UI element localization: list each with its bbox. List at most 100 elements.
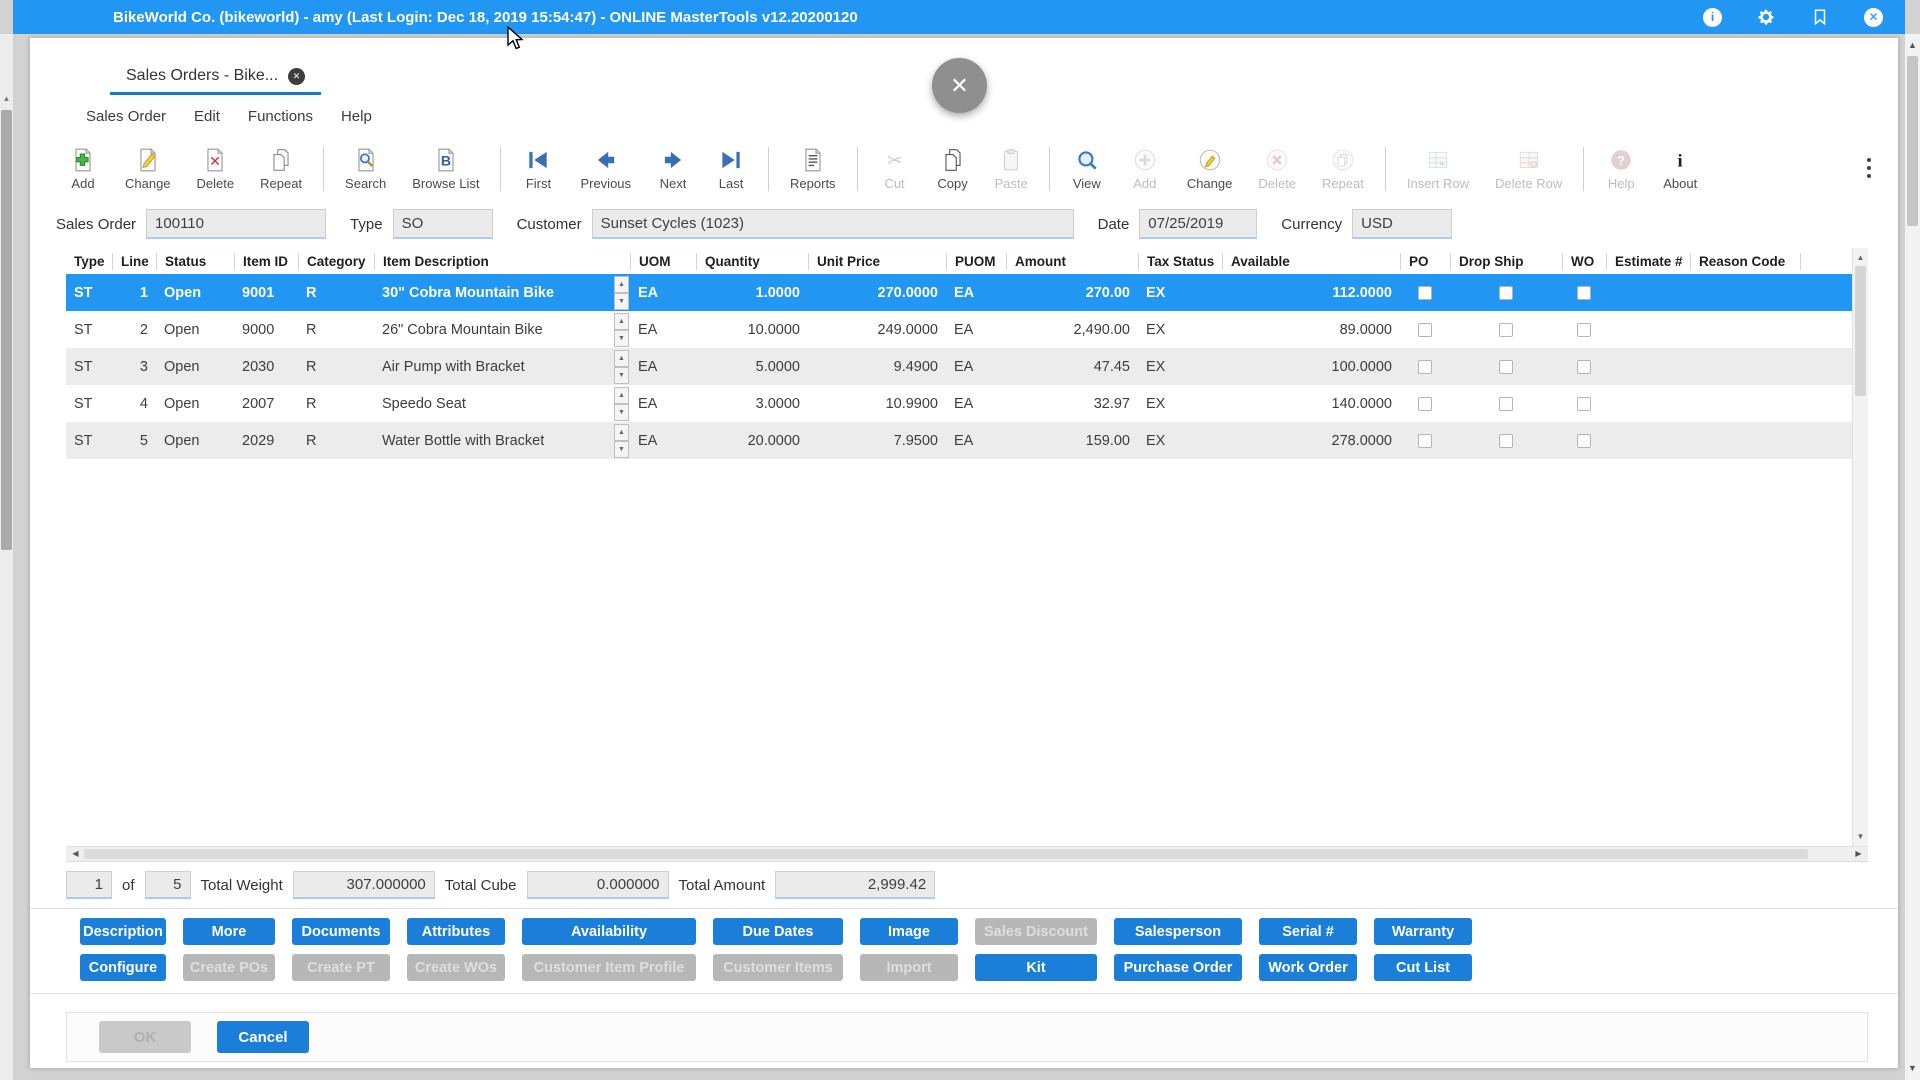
- wo-checkbox[interactable]: [1577, 360, 1591, 374]
- configure-button[interactable]: Configure: [80, 954, 166, 981]
- column-header-quantity[interactable]: Quantity: [696, 253, 808, 270]
- po-checkbox[interactable]: [1418, 434, 1432, 448]
- more-button[interactable]: More: [183, 918, 275, 945]
- column-header-po[interactable]: PO: [1400, 253, 1450, 270]
- table-row[interactable]: ST4Open2007RSpeedo Seat▲▼EA3.000010.9900…: [66, 385, 1852, 422]
- drop-ship-checkbox[interactable]: [1499, 397, 1513, 411]
- availability-button[interactable]: Availability: [522, 918, 696, 945]
- wo-checkbox[interactable]: [1577, 434, 1591, 448]
- column-header-amount[interactable]: Amount: [1006, 253, 1138, 270]
- image-button[interactable]: Image: [860, 918, 958, 945]
- po-checkbox[interactable]: [1418, 286, 1432, 300]
- toolbar-delete-button[interactable]: ✕Delete: [184, 146, 248, 191]
- toolbar-copy-button[interactable]: Copy: [924, 146, 982, 191]
- scroll-up-icon[interactable]: ▲: [0, 92, 13, 106]
- salesperson-button[interactable]: Salesperson: [1114, 918, 1242, 945]
- warranty-button[interactable]: Warranty: [1374, 918, 1472, 945]
- po-checkbox[interactable]: [1418, 397, 1432, 411]
- kit-button[interactable]: Kit: [975, 954, 1097, 981]
- scroll-down-icon[interactable]: ▼: [1905, 1061, 1920, 1076]
- spinner-up-icon[interactable]: ▲: [614, 387, 629, 404]
- scrollbar-thumb[interactable]: [1, 110, 12, 550]
- sales-order-input[interactable]: 100110: [146, 209, 326, 239]
- scroll-up-icon[interactable]: ▲: [1853, 250, 1868, 265]
- drop-ship-checkbox[interactable]: [1499, 323, 1513, 337]
- attributes-button[interactable]: Attributes: [407, 918, 505, 945]
- column-header-uom[interactable]: UOM: [630, 253, 696, 270]
- due-dates-button[interactable]: Due Dates: [713, 918, 843, 945]
- ok-button[interactable]: OK: [99, 1021, 191, 1053]
- scrollbar-thumb[interactable]: [1855, 266, 1866, 396]
- column-header-type[interactable]: Type: [66, 253, 112, 270]
- customer-input[interactable]: Sunset Cycles (1023): [592, 209, 1074, 239]
- spinner-down-icon[interactable]: ▼: [614, 404, 629, 421]
- grid-scrollbar-vertical[interactable]: ▲ ▼: [1852, 248, 1868, 846]
- toolbar-previous-button[interactable]: Previous: [567, 146, 644, 191]
- work-order-button[interactable]: Work Order: [1259, 954, 1357, 981]
- scroll-down-icon[interactable]: ▼: [1853, 829, 1868, 844]
- drop-ship-checkbox[interactable]: [1499, 434, 1513, 448]
- gear-icon[interactable]: [1756, 7, 1776, 27]
- tab-close-icon[interactable]: ✕: [288, 68, 305, 85]
- toolbar-first-button[interactable]: First: [509, 146, 567, 191]
- menu-functions[interactable]: Functions: [248, 108, 313, 125]
- column-header-estimate[interactable]: Estimate #: [1606, 253, 1690, 270]
- spinner-down-icon[interactable]: ▼: [614, 441, 629, 458]
- scroll-up-icon[interactable]: ▲: [1905, 38, 1920, 53]
- wo-checkbox[interactable]: [1577, 286, 1591, 300]
- toolbar-change-button[interactable]: Change: [112, 146, 184, 191]
- toolbar-next-button[interactable]: Next: [644, 146, 702, 191]
- toolbar-change-button[interactable]: Change: [1174, 146, 1246, 191]
- menu-edit[interactable]: Edit: [194, 108, 220, 125]
- spinner-up-icon[interactable]: ▲: [614, 276, 629, 293]
- column-header-puom[interactable]: PUOM: [946, 253, 1006, 270]
- spinner-up-icon[interactable]: ▲: [614, 350, 629, 367]
- toolbar-add-button[interactable]: Add: [54, 146, 112, 191]
- total-weight-input[interactable]: 307.000000: [293, 871, 435, 899]
- wo-checkbox[interactable]: [1577, 323, 1591, 337]
- date-input[interactable]: 07/25/2019: [1139, 209, 1257, 239]
- scroll-right-icon[interactable]: ▶: [1851, 847, 1866, 861]
- column-header-line[interactable]: Line: [112, 253, 156, 270]
- toolbar-browse-list-button[interactable]: BBrowse List: [399, 146, 492, 191]
- toolbar-view-button[interactable]: View: [1058, 146, 1116, 191]
- spinner-down-icon[interactable]: ▼: [614, 367, 629, 384]
- column-header-drop-ship[interactable]: Drop Ship: [1450, 253, 1562, 270]
- type-input[interactable]: SO: [393, 209, 493, 239]
- page-scrollbar-left[interactable]: ▲: [0, 34, 13, 1080]
- toolbar-last-button[interactable]: Last: [702, 146, 760, 191]
- tab-sales-orders[interactable]: Sales Orders - Bike... ✕: [110, 59, 321, 95]
- wo-checkbox[interactable]: [1577, 397, 1591, 411]
- documents-button[interactable]: Documents: [292, 918, 390, 945]
- spinner-up-icon[interactable]: ▲: [614, 313, 629, 330]
- info-icon[interactable]: i: [1703, 8, 1722, 27]
- table-row[interactable]: ST2Open9000R26" Cobra Mountain Bike▲▼EA1…: [66, 311, 1852, 348]
- purchase-order-button[interactable]: Purchase Order: [1114, 954, 1242, 981]
- more-options-kebab-icon[interactable]: [1860, 151, 1878, 185]
- drop-ship-checkbox[interactable]: [1499, 286, 1513, 300]
- table-row[interactable]: ST3Open2030RAir Pump with Bracket▲▼EA5.0…: [66, 348, 1852, 385]
- column-header-available[interactable]: Available: [1222, 253, 1400, 270]
- spinner-up-icon[interactable]: ▲: [614, 424, 629, 441]
- spinner-down-icon[interactable]: ▼: [614, 293, 629, 310]
- column-header-item-description[interactable]: Item Description: [374, 253, 630, 270]
- cancel-button[interactable]: Cancel: [217, 1021, 309, 1053]
- table-row[interactable]: ST1Open9001R30" Cobra Mountain Bike▲▼EA1…: [66, 274, 1852, 311]
- toolbar-repeat-button[interactable]: Repeat: [247, 146, 315, 191]
- serial-button[interactable]: Serial #: [1259, 918, 1357, 945]
- bookmark-icon[interactable]: [1810, 7, 1830, 27]
- column-header-unit-price[interactable]: Unit Price: [808, 253, 946, 270]
- grid-scrollbar-horizontal[interactable]: ◀ ▶: [66, 846, 1868, 861]
- column-header-wo[interactable]: WO: [1562, 253, 1606, 270]
- column-header-item-id[interactable]: Item ID: [234, 253, 298, 270]
- close-icon[interactable]: ✕: [1864, 8, 1883, 27]
- cut-list-button[interactable]: Cut List: [1374, 954, 1472, 981]
- po-checkbox[interactable]: [1418, 323, 1432, 337]
- toolbar-about-button[interactable]: iAbout: [1650, 146, 1710, 191]
- total-cube-input[interactable]: 0.000000: [527, 871, 669, 899]
- scrollbar-thumb[interactable]: [1907, 56, 1918, 226]
- spinner-down-icon[interactable]: ▼: [614, 330, 629, 347]
- column-header-status[interactable]: Status: [156, 253, 234, 270]
- column-header-category[interactable]: Category: [298, 253, 374, 270]
- scroll-left-icon[interactable]: ◀: [68, 847, 83, 861]
